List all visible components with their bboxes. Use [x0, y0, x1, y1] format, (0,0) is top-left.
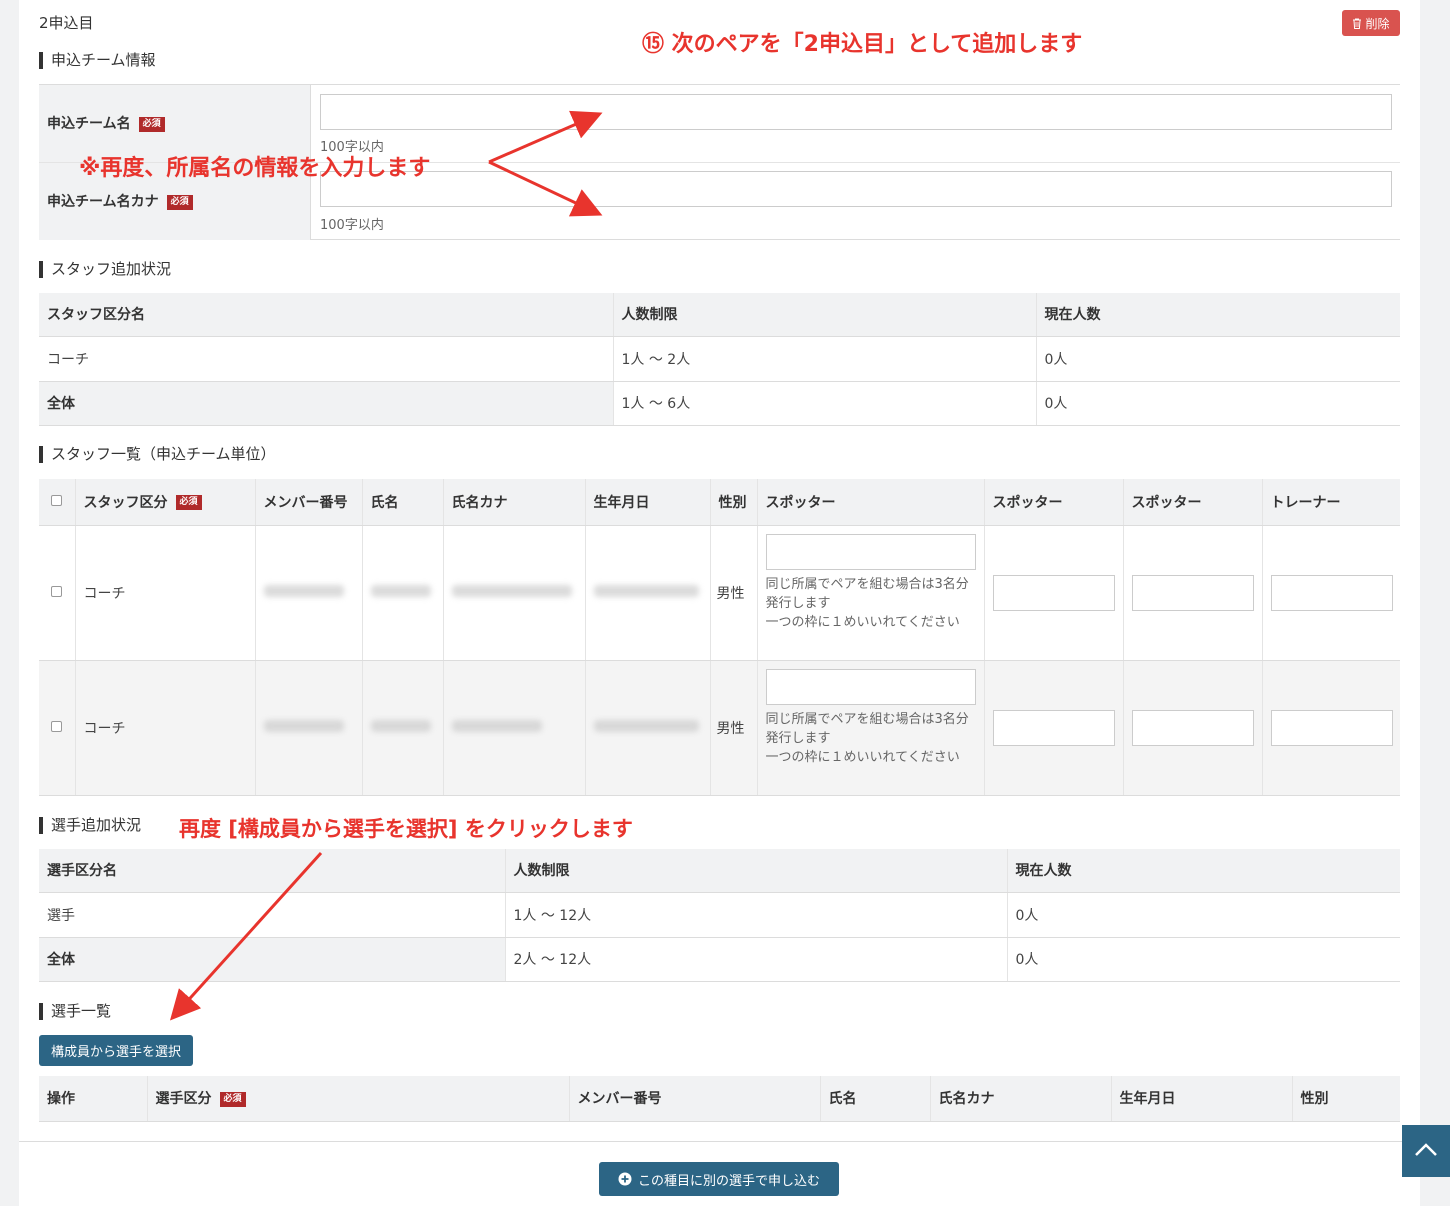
annotation-arrows	[488, 110, 603, 217]
spotter-note: 同じ所属でペアを組む場合は3名分発行します 一つの枠に１めいいれてください	[765, 711, 969, 765]
blurred-name-kana	[451, 584, 572, 597]
apply-other-label: この種目に別の選手で申し込む	[637, 1173, 820, 1189]
entry-title: 2申込目	[39, 14, 94, 32]
annotation-next-pair: ⑮ 次のペアを「2申込目」として追加します	[642, 32, 1083, 57]
blurred-birthdate	[593, 719, 699, 732]
player-list-table: 操作 選手区分 必須 メンバー番号 氏名 氏名カナ 生年月日 性別	[39, 1076, 1400, 1122]
row-checkbox[interactable]	[51, 720, 63, 732]
delete-button[interactable]: 削除	[1342, 10, 1400, 36]
staff-status-title: スタッフ追加状況	[39, 261, 171, 278]
spotter-input[interactable]	[1131, 574, 1254, 611]
delete-label: 削除	[1365, 16, 1390, 31]
staff-list-title: スタッフ一覧（申込チーム単位）	[39, 446, 276, 463]
required-badge: 必須	[175, 495, 202, 511]
table-row: コーチ 男性 同じ所属でペアを組む場合は3名分発行します 一つの枠に１めいいれて…	[39, 660, 1400, 796]
player-list-title: 選手一覧	[39, 1003, 111, 1020]
staff-status-table: スタッフ区分名 人数制限 現在人数 コーチ 1人 〜 2人 0人 全体 1人 〜…	[39, 293, 1400, 426]
plus-circle-icon	[618, 1172, 632, 1186]
team-name-kana-hint: 100字以内	[320, 218, 384, 233]
footer-divider	[19, 1141, 1420, 1142]
scroll-to-top-button[interactable]	[1402, 1125, 1450, 1177]
team-name-label: 申込チーム名 必須	[47, 113, 165, 133]
trash-icon	[1353, 18, 1362, 29]
entry-panel: 2申込目 削除 ⑮ 次のペアを「2申込目」として追加します 申込チーム情報 申込…	[19, 0, 1420, 1206]
spotter-input[interactable]	[1131, 709, 1254, 746]
team-name-kana-label: 申込チーム名カナ 必須	[47, 191, 193, 211]
blurred-member-number	[263, 719, 344, 732]
trainer-input[interactable]	[1270, 574, 1393, 611]
staff-list-table: スタッフ区分 必須 メンバー番号 氏名 氏名カナ 生年月日 性別 スポッター スポ…	[39, 479, 1400, 796]
table-header-row: スタッフ区分名 人数制限 現在人数	[39, 293, 1400, 337]
table-row: 全体 1人 〜 6人 0人	[39, 381, 1400, 426]
blurred-name-kana	[451, 719, 542, 732]
select-all-checkbox[interactable]	[51, 494, 63, 506]
table-row: コーチ 男性 同じ所属でペアを組む場合は3名分発行します 一つの枠に１めいいれて…	[39, 525, 1400, 661]
chevron-up-icon	[1415, 1142, 1437, 1156]
player-status-title: 選手追加状況	[39, 817, 141, 834]
table-header-row: 操作 選手区分 必須 メンバー番号 氏名 氏名カナ 生年月日 性別	[39, 1076, 1400, 1122]
spotter-note: 同じ所属でペアを組む場合は3名分発行します 一つの枠に１めいいれてください	[765, 576, 969, 630]
spotter-input-main[interactable]	[765, 533, 976, 570]
blurred-member-number	[263, 584, 344, 597]
required-badge: 必須	[138, 116, 165, 132]
blurred-name	[370, 584, 431, 597]
annotation-click-select: 再度 [構成員から選手を選択] をクリックします	[179, 817, 633, 841]
spotter-input[interactable]	[992, 574, 1115, 611]
annotation-reenter-affiliation: ※再度、所属名の情報を入力します	[79, 156, 431, 181]
required-badge: 必須	[166, 194, 193, 210]
blurred-name	[370, 719, 431, 732]
spotter-input[interactable]	[992, 709, 1115, 746]
row-checkbox[interactable]	[51, 585, 63, 597]
trainer-input[interactable]	[1270, 709, 1393, 746]
table-header-row: スタッフ区分 必須 メンバー番号 氏名 氏名カナ 生年月日 性別 スポッター スポ…	[39, 479, 1400, 526]
spotter-input-main[interactable]	[765, 668, 976, 705]
apply-other-players-button[interactable]: この種目に別の選手で申し込む	[599, 1162, 839, 1196]
required-badge: 必須	[219, 1091, 246, 1107]
select-players-button[interactable]: 構成員から選手を選択	[39, 1035, 193, 1066]
blurred-birthdate	[593, 584, 699, 597]
table-row: コーチ 1人 〜 2人 0人	[39, 336, 1400, 382]
team-info-title: 申込チーム情報	[39, 52, 156, 69]
annotation-arrow-select	[169, 851, 323, 1021]
